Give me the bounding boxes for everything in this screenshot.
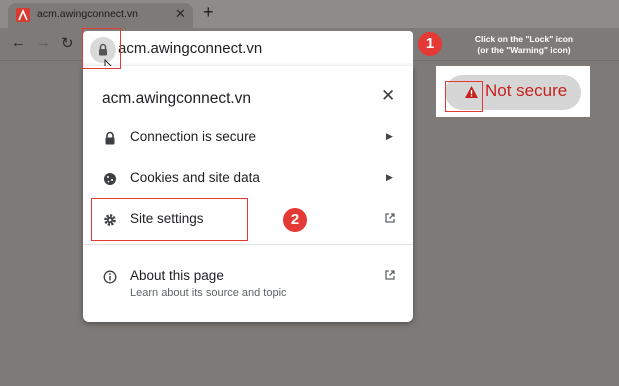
- step-1-badge: 1: [418, 32, 442, 56]
- lock-icon: [105, 131, 115, 145]
- row-sublabel: Learn about its source and topic: [130, 287, 287, 299]
- site-favicon-icon: [16, 8, 30, 22]
- divider: [83, 244, 413, 245]
- site-info-panel: acm.awingconnect.vn ✕ Connection is secu…: [83, 66, 413, 322]
- cookie-icon: [104, 173, 116, 185]
- row-connection-secure[interactable]: Connection is secure ▶: [83, 118, 413, 158]
- row-cookies-site-data[interactable]: Cookies and site data ▶: [83, 159, 413, 199]
- not-secure-label: Not secure: [485, 81, 568, 100]
- tab-title: acm.awingconnect.vn: [37, 8, 138, 20]
- reload-button[interactable]: ↻: [61, 34, 74, 52]
- note-line-2: (or the "Warning" icon): [477, 45, 571, 55]
- warning-highlight: [445, 81, 483, 112]
- forward-button[interactable]: →: [36, 34, 51, 51]
- row-label: Connection is secure: [130, 129, 257, 144]
- tab-close-icon[interactable]: ✕: [175, 6, 186, 22]
- lock-highlight: [82, 28, 121, 69]
- step-2-badge: 2: [283, 208, 307, 232]
- address-bar[interactable]: acm.awingconnect.vn: [83, 31, 413, 77]
- instruction-note: Click on the "Lock" icon (or the "Warnin…: [449, 34, 599, 56]
- external-link-icon: [385, 213, 395, 223]
- chevron-right-icon: ▶: [386, 131, 393, 141]
- url-text: acm.awingconnect.vn: [118, 40, 263, 57]
- tab-strip: acm.awingconnect.vn ✕ +: [0, 0, 619, 28]
- row-label: About this page: [130, 268, 224, 283]
- close-icon[interactable]: ✕: [381, 86, 395, 106]
- row-about-page[interactable]: About this page Learn about its source a…: [83, 257, 413, 303]
- row-label: Cookies and site data: [130, 170, 260, 185]
- info-icon: [103, 270, 117, 284]
- note-line-1: Click on the "Lock" icon: [474, 34, 574, 44]
- back-button[interactable]: ←: [11, 34, 26, 51]
- panel-title: acm.awingconnect.vn: [102, 90, 252, 107]
- chevron-right-icon: ▶: [386, 172, 393, 182]
- browser-tab[interactable]: acm.awingconnect.vn ✕: [8, 3, 193, 28]
- external-link-icon: [385, 270, 395, 280]
- new-tab-button[interactable]: +: [203, 2, 214, 23]
- site-settings-highlight: [91, 198, 248, 241]
